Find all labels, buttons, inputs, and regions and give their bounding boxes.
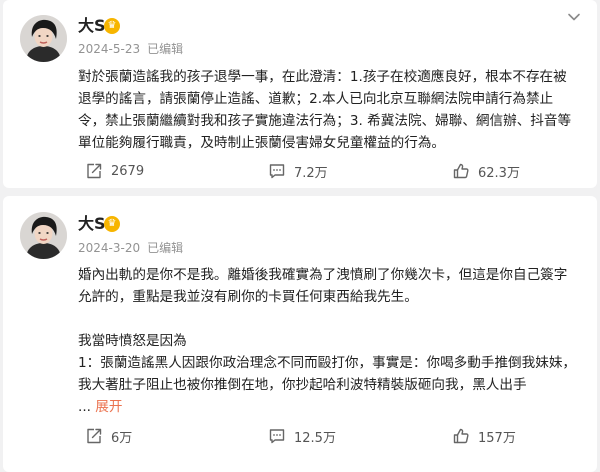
- like-button[interactable]: 62.3万: [452, 160, 520, 182]
- comment-icon: [269, 429, 285, 444]
- comment-count: 7.2万: [294, 165, 328, 181]
- comment-icon: [269, 164, 285, 179]
- author-name[interactable]: 大S: [78, 214, 106, 234]
- avatar[interactable]: [20, 15, 67, 62]
- repost-count: 6万: [111, 430, 133, 446]
- repost-button[interactable]: 6万: [85, 425, 132, 447]
- post-date[interactable]: 2024-5-23: [78, 42, 140, 56]
- ellipsis: ...: [78, 399, 91, 415]
- edited-label[interactable]: 已编辑: [147, 241, 183, 255]
- repost-button[interactable]: 2679: [85, 160, 144, 182]
- truncation-line: ... 展开: [78, 396, 578, 418]
- chevron-down-icon[interactable]: [565, 8, 583, 26]
- repost-icon: [87, 163, 102, 179]
- action-bar: 2679 7.2万 62.3万: [3, 160, 597, 182]
- edited-label[interactable]: 已编辑: [147, 42, 183, 56]
- expand-link[interactable]: 展开: [95, 399, 122, 415]
- crown-badge-icon: ♛: [104, 18, 120, 34]
- post-card: 大S ♛ 2024-5-23 已编辑 對於張蘭造謠我的孩子退學一事，在此澄清：1.…: [3, 0, 597, 188]
- like-count: 157万: [478, 430, 516, 446]
- post-date[interactable]: 2024-3-20: [78, 241, 140, 255]
- comment-count: 12.5万: [294, 430, 336, 446]
- post-paragraph: 婚內出軌的是你不是我。離婚後我確實為了洩憤刷了你幾次卡，但這是你自己簽字允許的，…: [78, 267, 568, 305]
- action-bar: 6万 12.5万 157万: [3, 425, 597, 447]
- avatar[interactable]: [20, 212, 67, 259]
- post-card: 大S ♛ 2024-3-20 已编辑 婚內出軌的是你不是我。離婚後我確實為了洩憤刷…: [3, 196, 597, 472]
- post-paragraph: 1：張蘭造謠黑人因跟你政治理念不同而毆打你，事實是：你喝多動手推倒我妹妹，我大著…: [78, 355, 577, 393]
- crown-badge-icon: ♛: [104, 216, 120, 232]
- like-count: 62.3万: [478, 165, 520, 181]
- like-button[interactable]: 157万: [452, 425, 516, 447]
- post-content: 對於張蘭造謠我的孩子退學一事，在此澄清：1.孩子在校適應良好，根本不存在被退學的…: [78, 66, 578, 154]
- thumbs-up-icon: [453, 428, 469, 444]
- post-meta: 2024-5-23 已编辑: [78, 41, 183, 57]
- comment-button[interactable]: 7.2万: [268, 160, 328, 182]
- post-content: 婚內出軌的是你不是我。離婚後我確實為了洩憤刷了你幾次卡，但這是你自己簽字允許的，…: [78, 264, 578, 418]
- thumbs-up-icon: [453, 163, 469, 179]
- post-paragraph: 對於張蘭造謠我的孩子退學一事，在此澄清：1.孩子在校適應良好，根本不存在被退學的…: [78, 69, 572, 151]
- post-paragraph: 我當時憤怒是因為: [78, 333, 187, 349]
- repost-count: 2679: [111, 163, 145, 179]
- post-meta: 2024-3-20 已编辑: [78, 240, 183, 256]
- author-name[interactable]: 大S: [78, 16, 106, 36]
- comment-button[interactable]: 12.5万: [268, 425, 336, 447]
- repost-icon: [87, 428, 102, 444]
